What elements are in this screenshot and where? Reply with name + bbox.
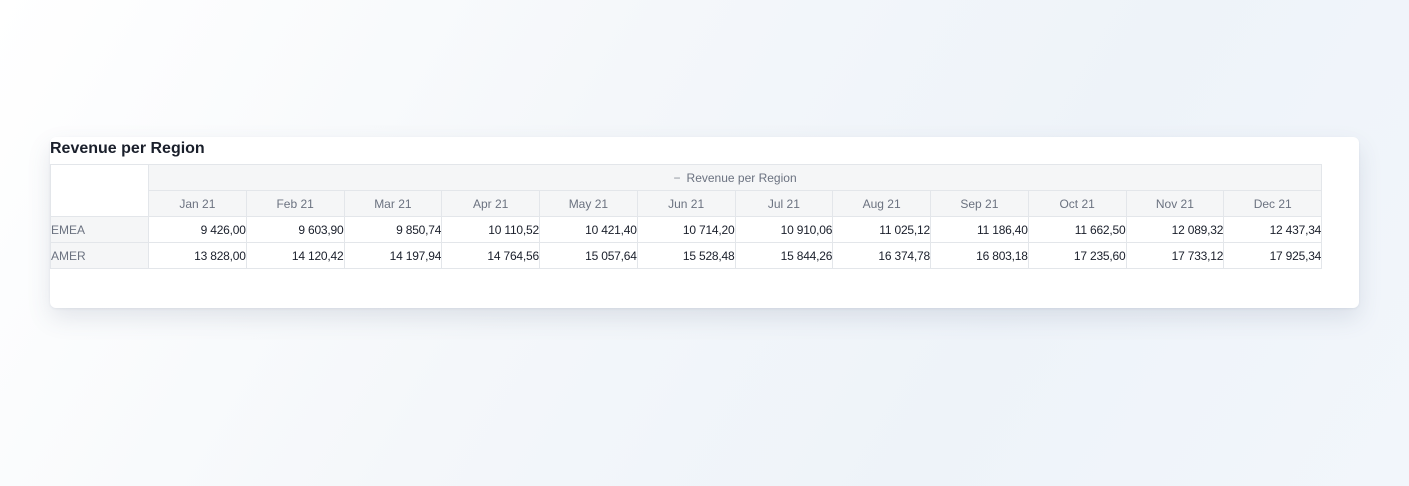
column-header-month: Oct 21 <box>1027 190 1127 217</box>
column-header-month: Jan 21 <box>148 190 247 217</box>
table-cell-value: 14 764,56 <box>441 242 540 269</box>
table-cell-value: 10 714,20 <box>636 216 736 243</box>
table-cell-value: 11 662,50 <box>1027 216 1127 243</box>
column-group-row: − Revenue per Region <box>50 164 1323 217</box>
table-cell-value: 12 437,34 <box>1223 216 1323 243</box>
column-header-month: Sep 21 <box>930 190 1029 217</box>
table-cell-value: 11 025,12 <box>832 216 931 243</box>
row-header-amer: AMER <box>50 242 149 269</box>
table-cell-value: 10 910,06 <box>734 216 834 243</box>
month-header-row: Jan 21 Feb 21 Mar 21 Apr 21 May 21 Jun 21 Jul … <box>51 190 1323 217</box>
table-cell-value: 14 197,94 <box>343 242 443 269</box>
collapse-icon[interactable]: − <box>674 171 681 185</box>
column-group-label: Revenue per Region <box>686 170 797 185</box>
table-cell-value: 16 374,78 <box>832 242 931 269</box>
column-header-month: May 21 <box>539 190 638 217</box>
table-cell-value: 9 850,74 <box>343 216 443 243</box>
table-cell-value: 17 235,60 <box>1027 242 1127 269</box>
column-header-month: Mar 21 <box>343 190 443 217</box>
table-cell-value: 10 110,52 <box>441 216 540 243</box>
column-header-month: Apr 21 <box>441 190 540 217</box>
corner-cell <box>50 164 149 217</box>
table-cell-value: 12 089,32 <box>1125 216 1225 243</box>
column-header-month: Nov 21 <box>1125 190 1225 217</box>
table-cell-value: 9 603,90 <box>245 216 345 243</box>
table-cell-value: 14 120,42 <box>245 242 345 269</box>
table-cell-value: 13 828,00 <box>148 242 247 269</box>
table-row: AMER 13 828,00 14 120,42 14 197,94 14 764,56… <box>50 242 1323 269</box>
table-cell-value: 17 733,12 <box>1125 242 1225 269</box>
column-header-month: Feb 21 <box>245 190 345 217</box>
table-body: EMEA 9 426,00 9 603,90 9 850,74 10 110,52 10 … <box>50 216 1323 269</box>
table-cell-value: 9 426,00 <box>148 216 247 243</box>
table-cell-value: 15 057,64 <box>539 242 638 269</box>
column-header-month: Dec 21 <box>1223 190 1323 217</box>
table-cell-value: 16 803,18 <box>930 242 1029 269</box>
table-row: EMEA 9 426,00 9 603,90 9 850,74 10 110,52 10 … <box>50 216 1323 243</box>
table-cell-value: 11 186,40 <box>930 216 1029 243</box>
table-cell-value: 10 421,40 <box>539 216 638 243</box>
column-header-month: Aug 21 <box>832 190 931 217</box>
column-group-header[interactable]: − Revenue per Region <box>147 164 1323 191</box>
table-cell-value: 15 528,48 <box>636 242 736 269</box>
column-header-month: Jun 21 <box>636 190 736 217</box>
pivot-table-card: Revenue per Region − Revenue per Region J… <box>50 137 1359 308</box>
table-cell-value: 15 844,26 <box>734 242 834 269</box>
row-header-emea: EMEA <box>50 216 149 243</box>
table-title: Revenue per Region <box>50 140 205 157</box>
pivot-table: − Revenue per Region Jan 21 Feb 21 Mar 21 Ap… <box>50 164 1323 269</box>
column-header-month: Jul 21 <box>734 190 834 217</box>
table-cell-value: 17 925,34 <box>1223 242 1323 269</box>
